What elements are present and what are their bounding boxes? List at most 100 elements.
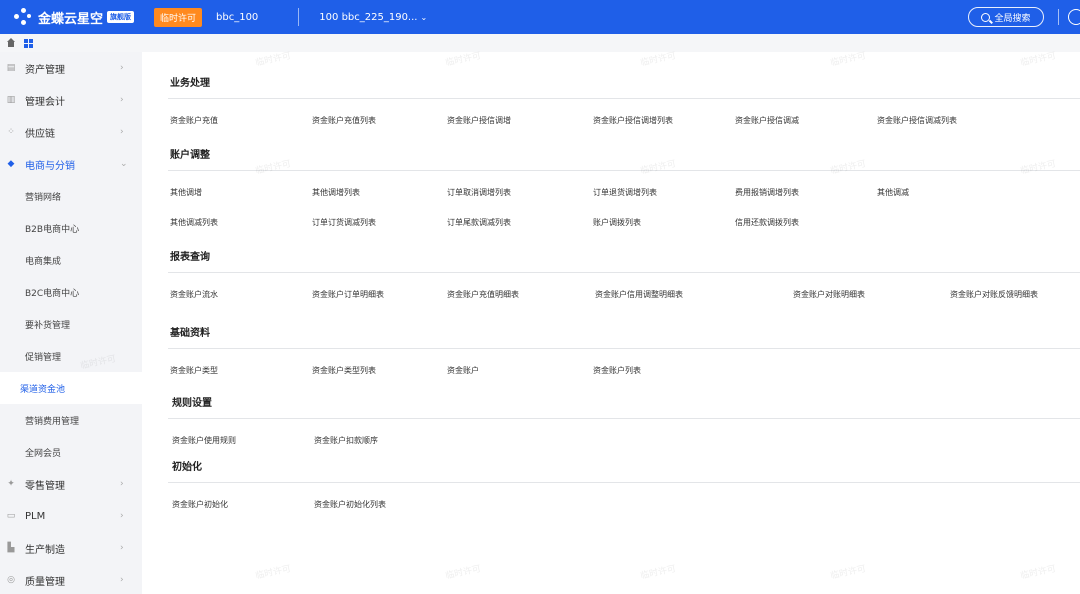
chevron-down-icon: ⌄: [420, 12, 428, 22]
sidebar-item-label: 生产制造: [25, 544, 65, 556]
sidebar-item[interactable]: ✦ 零售管理 ›: [0, 468, 142, 500]
function-link[interactable]: 其他调增列表: [312, 187, 360, 198]
home-icon[interactable]: [6, 38, 16, 48]
function-link[interactable]: 订单尾款调减列表: [447, 217, 511, 228]
manufacturing-icon: ▙: [7, 543, 15, 553]
function-link[interactable]: 其他调增: [170, 187, 202, 198]
main-content: 业务处理 资金账户充值 资金账户充值列表 资金账户授信调增 资金账户授信调增列表 资金账户…: [142, 52, 1080, 594]
topbar-divider: [298, 8, 300, 26]
section-divider: [168, 482, 1080, 483]
sidebar-item[interactable]: ▤ 资产管理 ›: [0, 52, 142, 84]
function-link[interactable]: 订单退货调增列表: [593, 187, 657, 198]
chevron-down-icon: ⌄: [120, 159, 128, 169]
function-link[interactable]: 资金账户充值明细表: [447, 289, 519, 300]
section-title: 业务处理: [170, 78, 210, 89]
org-name: 100 bbc_225_190...: [319, 11, 418, 23]
top-bar: 金蝶云星空 旗舰版 临时许可 bbc_100 100 bbc_225_190..…: [0, 0, 1080, 34]
sidebar-item[interactable]: ⁘ 供应链 ›: [0, 116, 142, 148]
global-search-button[interactable]: 全局搜索: [968, 7, 1044, 27]
sidebar-subitem[interactable]: 要补货管理: [0, 308, 142, 340]
function-link[interactable]: 资金账户类型: [170, 365, 218, 376]
tenant-name[interactable]: bbc_100: [216, 12, 258, 23]
app-name: 金蝶云星空: [38, 11, 104, 27]
function-link[interactable]: 费用报销调增列表: [735, 187, 799, 198]
sidebar-item[interactable]: ▥ 管理会计 ›: [0, 84, 142, 116]
function-link[interactable]: 资金账户充值列表: [312, 115, 376, 126]
sidebar-subitem[interactable]: 电商集成: [0, 244, 142, 276]
plm-icon: ▭: [6, 511, 16, 521]
global-search-label: 全局搜索: [994, 13, 1031, 24]
retail-icon: ✦: [7, 479, 15, 489]
function-link[interactable]: 资金账户授信调减: [735, 115, 799, 126]
chevron-right-icon: ›: [120, 543, 124, 553]
sidebar-subitem[interactable]: 促销管理: [0, 340, 142, 372]
chevron-right-icon: ›: [120, 95, 124, 105]
function-link[interactable]: 资金账户信用调整明细表: [595, 289, 683, 300]
function-link[interactable]: 资金账户扣款顺序: [314, 435, 378, 446]
sidebar: ▤ 资产管理 › ▥ 管理会计 › ⁘ 供应链 › ◆ 电商与分销 ⌄ 营销网络 B2B电商中心 电商集成 B…: [0, 52, 142, 594]
sidebar-item[interactable]: ◆ 电商与分销 ⌄: [0, 148, 142, 180]
chevron-right-icon: ›: [120, 575, 124, 585]
sidebar-subitem[interactable]: B2C电商中心: [0, 276, 142, 308]
sidebar-subitem[interactable]: B2B电商中心: [0, 212, 142, 244]
function-link[interactable]: 资金账户订单明细表: [312, 289, 384, 300]
sidebar-item-label: 供应链: [25, 128, 55, 140]
function-link[interactable]: 资金账户列表: [593, 365, 641, 376]
sub-toolbar: [0, 34, 1080, 52]
function-link[interactable]: 资金账户授信调减列表: [877, 115, 957, 126]
function-link[interactable]: 资金账户对账反馈明细表: [950, 289, 1038, 300]
function-link[interactable]: 资金账户授信调增: [447, 115, 511, 126]
section-title: 报表查询: [170, 252, 210, 263]
sidebar-subitem[interactable]: 渠道资金池: [0, 372, 142, 404]
function-link[interactable]: 其他调减: [877, 187, 909, 198]
license-tag: 临时许可: [154, 7, 203, 27]
function-link[interactable]: 资金账户流水: [170, 289, 218, 300]
org-selector[interactable]: 100 bbc_225_190... ⌄: [319, 12, 427, 23]
sidebar-item[interactable]: ◎ 质量管理 ›: [0, 564, 142, 594]
app-logo[interactable]: 金蝶云星空 旗舰版: [14, 8, 142, 27]
function-link[interactable]: 账户调拨列表: [593, 217, 641, 228]
chevron-right-icon: ›: [120, 511, 124, 521]
function-link[interactable]: 信用还款调拨列表: [735, 217, 799, 228]
section-title: 账户调整: [170, 150, 210, 161]
help-icon[interactable]: [1068, 9, 1080, 25]
section-title: 初始化: [172, 462, 202, 473]
function-link[interactable]: 资金账户对账明细表: [793, 289, 865, 300]
function-link[interactable]: 资金账户: [447, 365, 479, 376]
function-link[interactable]: 资金账户初始化列表: [314, 499, 386, 510]
ecommerce-icon: ◆: [7, 159, 15, 169]
sidebar-item[interactable]: ▭ PLM ›: [0, 500, 142, 532]
logo-icon: [14, 8, 32, 26]
sidebar-item-label: 零售管理: [25, 480, 65, 492]
sidebar-item[interactable]: ▙ 生产制造 ›: [0, 532, 142, 564]
accounting-icon: ▥: [6, 95, 16, 105]
section-divider: [168, 348, 1080, 349]
function-link[interactable]: 资金账户授信调增列表: [593, 115, 673, 126]
function-link[interactable]: 资金账户使用规则: [172, 435, 236, 446]
section-divider: [168, 98, 1080, 99]
topbar-separator: [1058, 9, 1059, 25]
sidebar-subitem[interactable]: 全网会员: [0, 436, 142, 468]
function-link[interactable]: 订单订货调减列表: [312, 217, 376, 228]
function-link[interactable]: 订单取消调增列表: [447, 187, 511, 198]
section-divider: [168, 170, 1080, 171]
chevron-right-icon: ›: [120, 63, 124, 73]
section-title: 规则设置: [172, 398, 212, 409]
sidebar-item-label: PLM: [25, 510, 46, 522]
sidebar-item-label: 电商与分销: [25, 160, 75, 172]
supply-chain-icon: ⁘: [7, 127, 15, 137]
section-divider: [168, 418, 1080, 419]
asset-icon: ▤: [6, 63, 16, 73]
function-link[interactable]: 资金账户充值: [170, 115, 218, 126]
sidebar-subitem[interactable]: 营销网络: [0, 180, 142, 212]
sidebar-item-label: 资产管理: [25, 64, 65, 76]
app-grid-icon[interactable]: [24, 38, 33, 48]
sidebar-item-label: 管理会计: [25, 96, 65, 108]
section-divider: [168, 272, 1080, 273]
function-link[interactable]: 资金账户初始化: [172, 499, 228, 510]
function-link[interactable]: 其他调减列表: [170, 217, 218, 228]
function-link[interactable]: 资金账户类型列表: [312, 365, 376, 376]
section-title: 基础资料: [170, 328, 210, 339]
edition-badge: 旗舰版: [107, 11, 135, 23]
sidebar-subitem[interactable]: 营销费用管理: [0, 404, 142, 436]
